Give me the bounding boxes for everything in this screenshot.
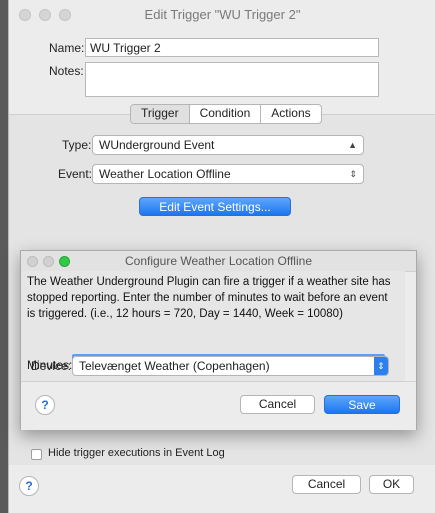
tab-actions[interactable]: Actions [261,105,320,123]
help-icon[interactable]: ? [35,395,55,415]
name-field[interactable] [85,38,379,57]
type-value: WUnderground Event [99,138,215,152]
configure-sheet: Configure Weather Location Offline The W… [20,250,417,430]
minimize-light-icon[interactable] [39,9,51,21]
type-popup[interactable]: WUnderground Event ▲ [92,135,364,155]
save-button[interactable]: Save [324,395,400,414]
event-value: Weather Location Offline [99,167,231,181]
zoom-light-icon[interactable] [59,9,71,21]
tab-trigger[interactable]: Trigger [131,105,190,123]
tab-condition[interactable]: Condition [190,105,262,123]
name-label: Name: [49,41,85,55]
device-popup[interactable]: Televænget Weather (Copenhagen) ⇕ [72,356,389,376]
chevron-updown-icon: ⇕ [374,357,388,375]
popup-arrows-icon: ▲ [348,140,357,150]
sheet-description: The Weather Underground Plugin can fire … [27,276,391,320]
tab-bar: Trigger Condition Actions [130,104,322,124]
edit-event-settings-button[interactable]: Edit Event Settings... [139,197,291,216]
sheet-footer: ? Cancel Save [21,381,416,430]
event-label: Event: [58,167,93,181]
help-icon[interactable]: ? [19,476,39,496]
cancel-button[interactable]: Cancel [292,475,361,494]
window-title: Edit Trigger "WU Trigger 2" [144,7,301,22]
device-label: Device: [31,359,72,373]
close-light-icon[interactable] [27,256,38,267]
hide-executions-checkbox[interactable] [31,449,42,460]
zoom-light-icon[interactable] [59,256,70,267]
minimize-light-icon[interactable] [43,256,54,267]
close-light-icon[interactable] [19,9,31,21]
sheet-title: Configure Weather Location Offline [21,251,416,272]
hide-executions-label: Hide trigger executions in Event Log [48,447,225,459]
ok-button[interactable]: OK [369,475,414,494]
notes-label: Notes: [49,64,84,78]
event-popup[interactable]: Weather Location Offline ⇕ [92,164,364,184]
notes-field[interactable] [85,62,379,97]
popup-arrows-icon: ⇕ [349,169,357,179]
device-value: Televænget Weather (Copenhagen) [79,359,270,373]
cancel-button[interactable]: Cancel [240,395,315,414]
type-label: Type: [62,138,92,152]
